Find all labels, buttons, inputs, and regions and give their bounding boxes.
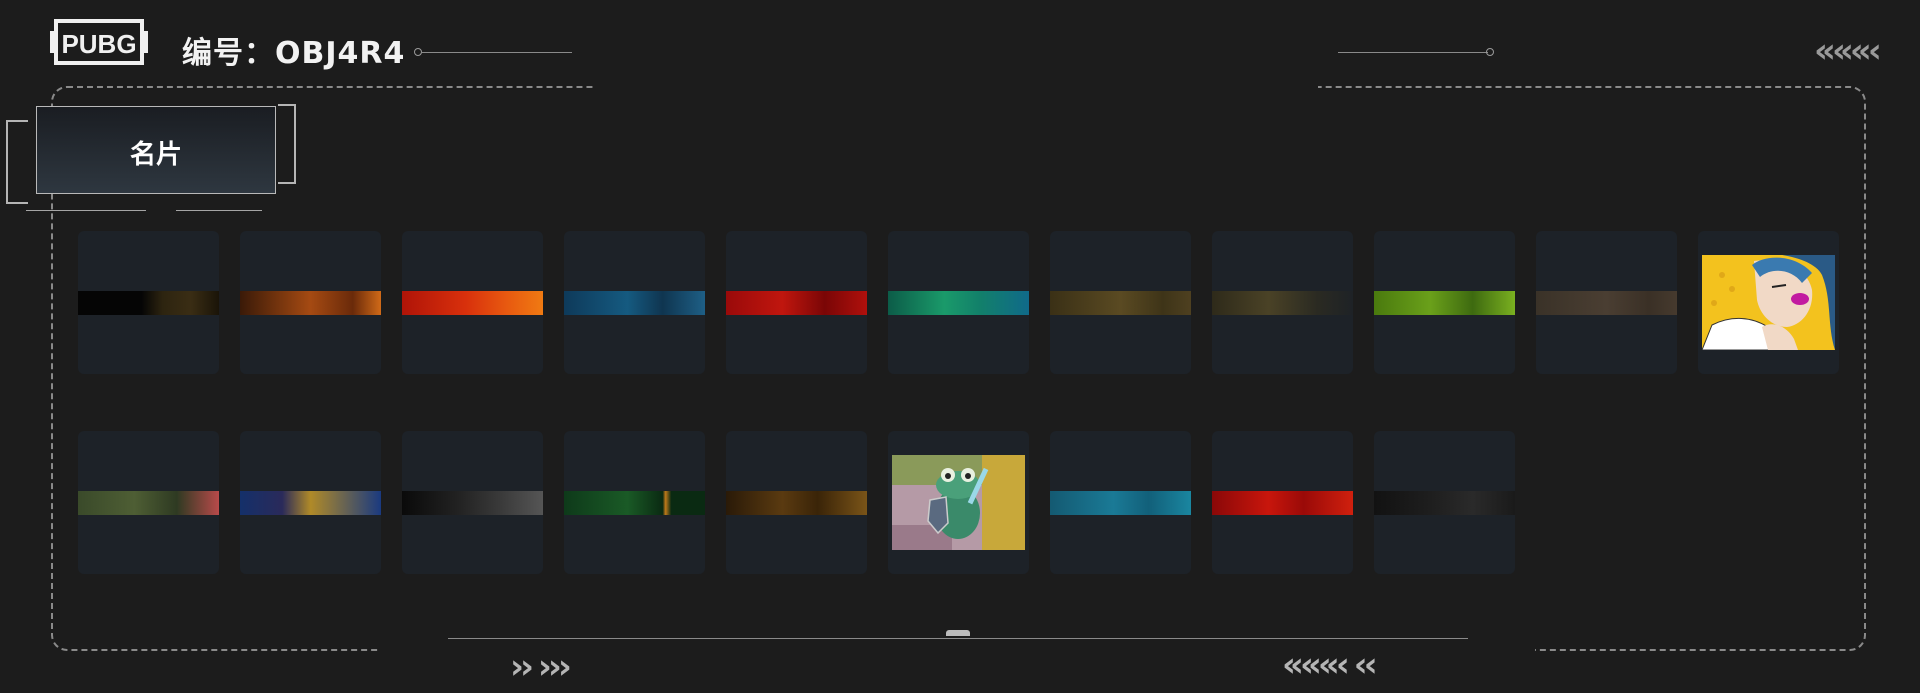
namecard-banner (1374, 291, 1515, 315)
namecard-banner (402, 491, 543, 515)
namecard-banner (402, 291, 543, 315)
tab-namecard-label: 名片 (129, 140, 182, 170)
object-code: 编号：OBJ4R4 (182, 28, 405, 72)
chevron-right-icon[interactable]: ›› ››› (510, 650, 572, 684)
namecard-banner (726, 491, 867, 515)
header-line-right (1338, 52, 1488, 53)
namecard-banner (240, 491, 381, 515)
frame-gap-top (594, 82, 1318, 92)
namecard-item[interactable] (726, 231, 867, 374)
namecard-banner (1536, 291, 1677, 315)
namecard-banner (240, 291, 381, 315)
tab-bracket-right (278, 104, 296, 184)
scroll-handle[interactable] (946, 630, 970, 636)
namecard-banner (1212, 291, 1353, 315)
code-label: 编号： (182, 36, 275, 71)
namecard-banner (1374, 491, 1515, 515)
namecard-banner (564, 491, 705, 515)
namecard-item[interactable] (402, 231, 543, 374)
namecard-banner (564, 291, 705, 315)
tab-bracket-left (6, 120, 28, 204)
chevron-left-icon: «««‹ (1814, 31, 1882, 71)
comic-woman-picture (1701, 253, 1835, 351)
namecard-picture (892, 455, 1025, 550)
namecard-picture (1701, 253, 1835, 351)
namecard-item[interactable] (888, 231, 1029, 374)
namecard-item[interactable] (240, 231, 381, 374)
namecard-item[interactable] (1212, 231, 1353, 374)
line-dot-right (1486, 48, 1494, 56)
namecard-item[interactable] (564, 431, 705, 574)
namecard-item[interactable] (1698, 231, 1839, 374)
namecard-item[interactable] (402, 431, 543, 574)
namecard-banner (726, 291, 867, 315)
namecard-item[interactable] (1374, 231, 1515, 374)
header-line-left (422, 52, 572, 53)
code-value: OBJ4R4 (275, 36, 406, 71)
logo-text: PUBG (61, 29, 136, 59)
bottom-line (448, 638, 1468, 639)
namecard-item[interactable] (240, 431, 381, 574)
frog-knight-picture (892, 455, 1025, 550)
namecard-banner (78, 491, 219, 515)
namecard-item[interactable] (78, 431, 219, 574)
namecard-banner (1050, 291, 1191, 315)
namecard-item[interactable] (1050, 231, 1191, 374)
namecard-item[interactable] (726, 431, 867, 574)
namecard-banner (1212, 491, 1353, 515)
namecard-item[interactable] (564, 231, 705, 374)
namecard-item[interactable] (1212, 431, 1353, 574)
namecard-item[interactable] (78, 231, 219, 374)
namecard-banner (78, 291, 219, 315)
namecard-item[interactable] (888, 431, 1029, 574)
pubg-logo: PUBG (50, 19, 148, 65)
line-dot-left (414, 48, 422, 56)
tab-underline-a (26, 210, 146, 211)
tab-underline-b (176, 210, 262, 211)
namecard-item[interactable] (1050, 431, 1191, 574)
chevron-left-icon[interactable]: «««‹ ‹‹ (1282, 648, 1378, 682)
namecard-item[interactable] (1374, 431, 1515, 574)
namecard-banner (1050, 491, 1191, 515)
namecard-banner (888, 291, 1029, 315)
namecard-item[interactable] (1536, 231, 1677, 374)
